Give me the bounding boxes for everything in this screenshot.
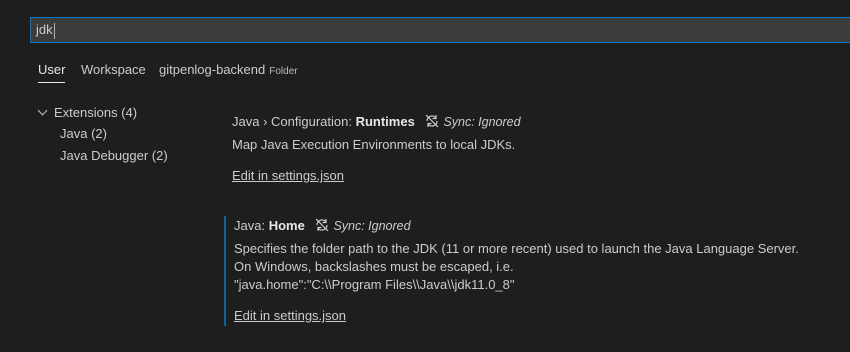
search-input[interactable]: jdk bbox=[36, 18, 55, 42]
edit-in-settings-json-link[interactable]: Edit in settings.json bbox=[232, 168, 344, 183]
toc-item-java[interactable]: Java (2) bbox=[60, 124, 107, 144]
sync-status: Sync: Ignored bbox=[314, 218, 411, 233]
search-value: jdk bbox=[36, 22, 53, 37]
setting-java-home: Java: Home Sync: Ignored Specifies the f… bbox=[224, 216, 846, 326]
setting-description: Map Java Execution Environments to local… bbox=[232, 136, 844, 154]
description-line: Map Java Execution Environments to local… bbox=[232, 137, 516, 152]
toc-group-label: Extensions (4) bbox=[54, 105, 138, 120]
search-box[interactable]: jdk bbox=[30, 17, 850, 43]
tab-workspace[interactable]: Workspace bbox=[81, 58, 146, 82]
setting-title: Java: Home Sync: Ignored bbox=[234, 216, 846, 236]
edit-in-settings-json-link[interactable]: Edit in settings.json bbox=[234, 308, 346, 323]
text-caret bbox=[53, 22, 55, 39]
setting-description: Specifies the folder path to the JDK (11… bbox=[234, 240, 846, 294]
setting-category: Java › Configuration: bbox=[232, 114, 356, 129]
description-line: On Windows, backslashes must be escaped,… bbox=[234, 259, 514, 274]
description-line: "java.home":"C:\\Program Files\\Java\\jd… bbox=[234, 277, 515, 292]
toc-item-label: Java Debugger (2) bbox=[60, 148, 168, 163]
toc-item-java-debugger[interactable]: Java Debugger (2) bbox=[60, 146, 168, 166]
description-line: Specifies the folder path to the JDK (11… bbox=[234, 241, 799, 256]
sync-ignored-icon bbox=[426, 114, 439, 128]
setting-category: Java: bbox=[234, 218, 269, 233]
toc-group-extensions[interactable]: Extensions (4) bbox=[36, 103, 137, 123]
sync-status: Sync: Ignored bbox=[424, 114, 521, 129]
sync-label: Sync: Ignored bbox=[333, 219, 411, 233]
setting-java-runtimes: Java › Configuration: Runtimes Sync: Ign… bbox=[224, 112, 844, 183]
folder-tag: Folder bbox=[269, 66, 298, 77]
chevron-down-icon bbox=[37, 105, 48, 116]
setting-key: Home bbox=[268, 218, 305, 233]
toc-item-label: Java (2) bbox=[60, 126, 107, 141]
sync-label: Sync: Ignored bbox=[443, 115, 521, 129]
tab-folder[interactable]: gitpenlog-backend Folder bbox=[159, 58, 298, 82]
setting-key: Runtimes bbox=[355, 114, 415, 129]
tab-folder-label: gitpenlog-backend bbox=[159, 62, 266, 77]
setting-title: Java › Configuration: Runtimes Sync: Ign… bbox=[232, 112, 844, 132]
tab-workspace-label: Workspace bbox=[81, 62, 146, 77]
tab-user[interactable]: User bbox=[38, 58, 66, 83]
tab-user-label: User bbox=[38, 62, 66, 77]
sync-ignored-icon bbox=[316, 218, 329, 232]
